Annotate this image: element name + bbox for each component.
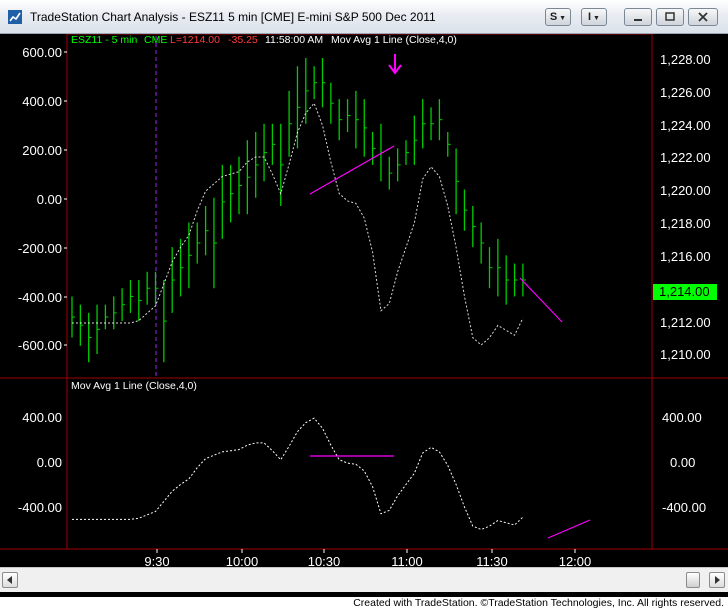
- right-tick: 1,212.00: [660, 315, 711, 330]
- current-price-text: 1,214.00: [659, 284, 710, 299]
- trend-line[interactable]: [519, 277, 563, 323]
- chevron-right-icon: [715, 576, 720, 584]
- indicator-ma-line: [72, 417, 524, 531]
- time-label: 9:30: [144, 554, 169, 567]
- right-tick: 1,222.00: [660, 150, 711, 165]
- maximize-icon: [665, 12, 675, 21]
- footer-bar: Created with TradeStation. ©TradeStation…: [0, 597, 728, 611]
- minimize-button[interactable]: [624, 8, 652, 26]
- scroll-right-button[interactable]: [709, 572, 725, 588]
- exchange-label: CME: [144, 34, 167, 46]
- left-tick: -600.00: [18, 338, 62, 353]
- time-label: 11:30: [476, 554, 508, 567]
- chevron-left-icon: [7, 576, 12, 584]
- indicator-pane-label: Mov Avg 1 Line (Close,4,0): [71, 380, 197, 392]
- title-bar: TradeStation Chart Analysis - ESZ11 5 mi…: [0, 0, 728, 34]
- chart-area[interactable]: ESZ11 - 5 min CME L=1214.00 -35.25 11:58…: [0, 34, 728, 567]
- right-tick: 400.00: [662, 410, 702, 425]
- chevron-down-icon: ▼: [557, 15, 567, 22]
- left-tick: 600.00: [22, 45, 62, 60]
- scroll-thumb[interactable]: [686, 572, 700, 588]
- right-tick: 1,210.00: [660, 347, 711, 362]
- right-tick: 1,224.00: [660, 118, 711, 133]
- insert-button[interactable]: I ▼: [581, 8, 607, 26]
- maximize-button[interactable]: [656, 8, 684, 26]
- minimize-icon: [634, 19, 642, 21]
- right-tick: 1,228.00: [660, 52, 711, 67]
- chart-window: TradeStation Chart Analysis - ESZ11 5 mi…: [0, 0, 728, 597]
- left-tick: 400.00: [22, 410, 62, 425]
- left-tick: 200.00: [22, 143, 62, 158]
- right-tick: -400.00: [662, 500, 706, 515]
- left-tick: -200.00: [18, 241, 62, 256]
- symbol-label: ESZ11 - 5 min: [71, 34, 137, 46]
- time-axis: 9:30 10:00 10:30 11:00 11:30 12:00: [144, 554, 591, 567]
- right-tick: 1,216.00: [660, 249, 711, 264]
- close-icon: [698, 12, 708, 22]
- price-pane-frame: [66, 34, 653, 379]
- time-label: 12:00: [559, 554, 592, 567]
- time-label: 10:30: [308, 554, 341, 567]
- right-tick: 1,220.00: [660, 183, 711, 198]
- horizontal-scrollbar[interactable]: [0, 567, 728, 592]
- left-tick: 0.00: [37, 455, 62, 470]
- price-bars: [71, 58, 526, 363]
- left-tick: -400.00: [18, 290, 62, 305]
- indicator-pane-frame: [66, 377, 653, 550]
- right-tick: 0.00: [670, 455, 695, 470]
- styles-button[interactable]: S ▼: [545, 8, 571, 26]
- time-label: 10:00: [226, 554, 259, 567]
- time-label: 11:58:00 AM: [265, 34, 323, 46]
- last-price-label: L=1214.00: [170, 34, 220, 46]
- arrow-down-icon: [388, 54, 402, 75]
- app-icon: [8, 10, 22, 24]
- chevron-down-icon: ▼: [591, 15, 600, 22]
- price-right-axis: 1,228.00 1,226.00 1,224.00 1,222.00 1,22…: [660, 52, 711, 362]
- window-title: TradeStation Chart Analysis - ESZ11 5 mi…: [30, 10, 436, 24]
- right-tick: 1,226.00: [660, 85, 711, 100]
- close-button[interactable]: [688, 8, 718, 26]
- change-label: -35.25: [228, 34, 258, 46]
- footer-credit: Created with TradeStation. ©TradeStation…: [353, 597, 724, 609]
- indicator-left-axis: 400.00 0.00 -400.00: [18, 410, 62, 515]
- indicator-right-axis: 400.00 0.00 -400.00: [662, 410, 706, 515]
- chart-canvas[interactable]: ESZ11 - 5 min CME L=1214.00 -35.25 11:58…: [0, 34, 728, 567]
- right-tick: 1,218.00: [660, 216, 711, 231]
- price-left-axis: 600.00 400.00 200.00 0.00 -200.00 -400.0…: [18, 45, 62, 353]
- left-tick: 0.00: [37, 192, 62, 207]
- time-label: 11:00: [391, 554, 423, 567]
- indicator-label: Mov Avg 1 Line (Close,4,0): [331, 34, 457, 46]
- indicator-trend-line[interactable]: [547, 519, 591, 539]
- left-tick: 400.00: [22, 94, 62, 109]
- time-tickmarks: [156, 549, 576, 553]
- scroll-left-button[interactable]: [2, 572, 18, 588]
- left-tick: -400.00: [18, 500, 62, 515]
